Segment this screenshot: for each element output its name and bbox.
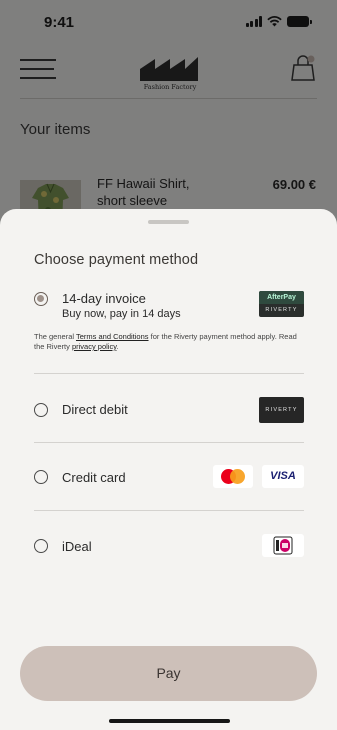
option-label: Credit card — [62, 470, 126, 485]
riverty-logo: RIVERTY — [259, 397, 304, 423]
sheet-grabber[interactable] — [148, 220, 189, 224]
visa-icon: VISA — [262, 465, 304, 488]
payment-option-invoice[interactable]: 14-day invoice Buy now, pay in 14 days A… — [34, 291, 304, 355]
home-indicator[interactable] — [109, 719, 230, 723]
option-label: Direct debit — [62, 402, 128, 417]
terms-link[interactable]: Terms and Conditions — [76, 332, 149, 341]
privacy-policy-link[interactable]: privacy policy — [72, 342, 116, 351]
sheet-title: Choose payment method — [34, 252, 199, 268]
ideal-icon — [262, 534, 304, 557]
divider — [34, 510, 304, 511]
option-sublabel: Buy now, pay in 14 days — [62, 308, 181, 320]
afterpay-riverty-logo: AfterPay RIVERTY — [259, 291, 304, 317]
pay-button[interactable]: Pay — [20, 646, 317, 701]
divider — [34, 442, 304, 443]
payment-option-direct-debit[interactable]: Direct debit RIVERTY — [34, 397, 304, 423]
radio-credit-card[interactable] — [34, 470, 48, 484]
terms-fine-print: The general Terms and Conditions for the… — [34, 332, 297, 351]
payment-option-credit-card[interactable]: Credit card VISA — [34, 465, 304, 489]
payment-option-ideal[interactable]: iDeal — [34, 534, 304, 558]
radio-invoice[interactable] — [34, 292, 48, 306]
radio-direct-debit[interactable] — [34, 403, 48, 417]
mastercard-icon — [213, 465, 253, 488]
option-label: 14-day invoice — [62, 291, 146, 306]
option-label: iDeal — [62, 539, 92, 554]
divider — [34, 373, 304, 374]
payment-method-sheet: Choose payment method 14-day invoice Buy… — [0, 209, 337, 730]
radio-ideal[interactable] — [34, 539, 48, 553]
